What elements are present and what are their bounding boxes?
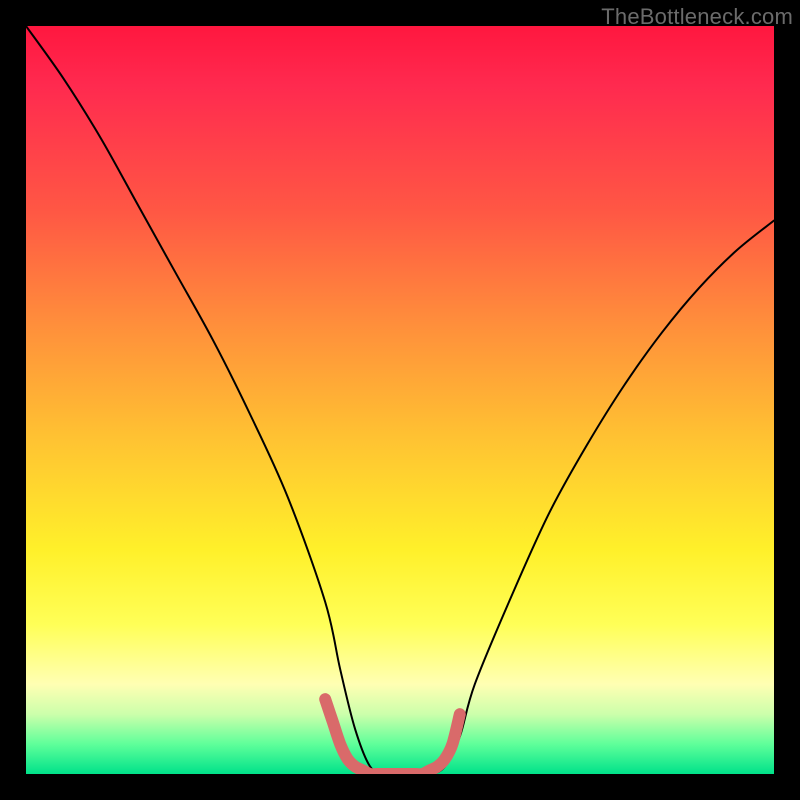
optimal-range-marker (325, 699, 460, 774)
bottleneck-curve (26, 26, 774, 774)
plot-area (26, 26, 774, 774)
watermark-text: TheBottleneck.com (601, 4, 793, 30)
chart-overlay (26, 26, 774, 774)
chart-frame: TheBottleneck.com (0, 0, 800, 800)
